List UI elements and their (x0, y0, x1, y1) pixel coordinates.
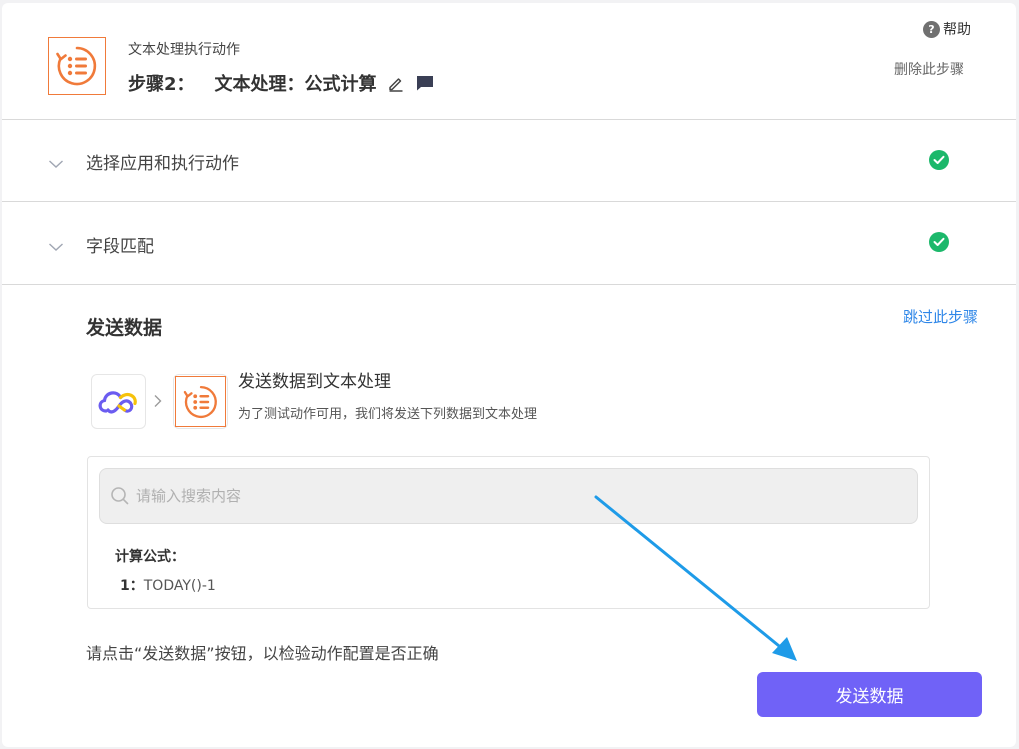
section-label: 字段匹配 (86, 237, 154, 257)
field-value: TODAY()-1 (143, 578, 216, 594)
help-link[interactable]: ? 帮助 (923, 19, 971, 39)
chevron-right-icon (153, 393, 163, 412)
chevron-down-icon (48, 154, 64, 173)
cloud-infinity-logo-icon (91, 374, 146, 429)
step-card: 文本处理执行动作 步骤2： 文本处理：公式计算 ? 帮助 删除此步骤 选择应用和… (2, 3, 1016, 747)
question-circle-icon: ? (923, 20, 940, 38)
step-subtitle: 文本处理执行动作 (128, 42, 240, 58)
step-label: 步骤2： (128, 74, 195, 95)
search-icon (110, 486, 130, 506)
text-processing-app-tile (173, 374, 228, 429)
pencil-icon[interactable] (387, 74, 405, 92)
check-circle-icon (929, 232, 949, 252)
step-title: 步骤2： 文本处理：公式计算 (128, 70, 435, 96)
divider (2, 201, 1016, 202)
help-label: 帮助 (943, 22, 971, 38)
send-hint-text: 请点击“发送数据”按钮，以检验动作配置是否正确 (86, 644, 439, 663)
field-label: 计算公式： (115, 549, 185, 565)
field-value-row: 1：TODAY()-1 (120, 575, 216, 595)
skip-step-link[interactable]: 跳过此步骤 (903, 306, 978, 327)
data-preview-panel: 计算公式： 1：TODAY()-1 (87, 456, 930, 609)
chevron-down-icon (48, 237, 64, 256)
text-processing-icon (48, 37, 106, 95)
send-data-heading: 发送数据 (86, 317, 163, 339)
divider (2, 119, 1016, 120)
step-name: 文本处理：公式计算 (214, 74, 377, 95)
field-index: 1： (120, 578, 144, 594)
send-data-button[interactable]: 发送数据 (757, 672, 982, 717)
flow-description: 为了测试动作可用，我们将发送下列数据到文本处理 (238, 407, 538, 422)
delete-step-button[interactable]: 删除此步骤 (894, 59, 964, 79)
annotation-arrow (594, 495, 797, 661)
divider (2, 284, 1016, 285)
section-label: 选择应用和执行动作 (86, 154, 239, 174)
flow-title: 发送数据到文本处理 (238, 372, 391, 392)
check-circle-icon (929, 150, 949, 170)
search-input[interactable] (136, 487, 836, 505)
search-box[interactable] (99, 468, 918, 524)
text-processing-icon (175, 376, 226, 427)
comment-icon[interactable] (415, 74, 435, 92)
